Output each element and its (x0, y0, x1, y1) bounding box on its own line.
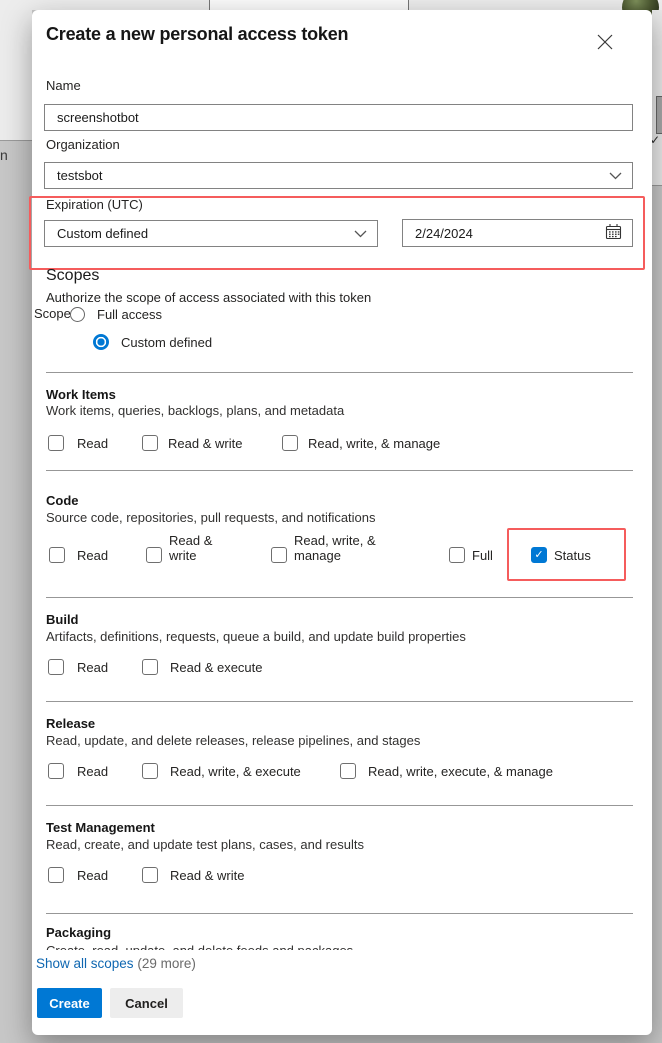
background-divider (652, 185, 662, 186)
cancel-button[interactable]: Cancel (110, 988, 183, 1018)
scope-checkbox-label: Read (77, 436, 108, 451)
scope-checkbox-code-1[interactable] (146, 547, 162, 563)
scope-section-description: Source code, repositories, pull requests… (46, 510, 376, 525)
background-text-fragment: n (0, 147, 8, 163)
scope-checkbox-release-0[interactable] (48, 763, 64, 779)
close-icon (595, 32, 615, 55)
scope-checkbox-code-3[interactable] (449, 547, 465, 563)
scope-section-title: Test Management (46, 820, 155, 835)
scope-checkbox-label: Status (554, 548, 591, 563)
scope-checkbox-test-management-1[interactable] (142, 867, 158, 883)
create-button[interactable]: Create (37, 988, 102, 1018)
scope-checkbox-label: Read & write (169, 533, 231, 563)
scope-section-title: Release (46, 716, 95, 731)
scope-checkbox-label: Read, write, & manage (294, 533, 396, 563)
scopes-subtitle: Authorize the scope of access associated… (46, 290, 371, 305)
radio-custom-defined-label: Custom defined (121, 335, 212, 350)
divider (46, 372, 633, 373)
scope-section-description: Read, create, and update test plans, cas… (46, 837, 364, 852)
scope-checkbox-build-1[interactable] (142, 659, 158, 675)
scope-checkbox-label: Read & execute (170, 660, 263, 675)
more-count: (29 more) (137, 956, 196, 971)
chevron-down-icon (354, 226, 367, 241)
expiration-preset-select[interactable]: Custom defined (44, 220, 378, 247)
scope-checkbox-work-items-0[interactable] (48, 435, 64, 451)
name-input[interactable] (44, 104, 633, 131)
expiration-preset-value: Custom defined (57, 226, 354, 241)
background-divider (0, 140, 32, 141)
scope-checkbox-code-0[interactable] (49, 547, 65, 563)
organization-select[interactable]: testsbot (44, 162, 633, 189)
scope-checkbox-label: Read (77, 868, 108, 883)
divider (46, 913, 633, 914)
radio-full-access-label: Full access (97, 307, 162, 322)
scope-section-title: Code (46, 493, 79, 508)
scope-checkbox-label: Read & write (168, 436, 242, 451)
divider (46, 470, 633, 471)
scope-checkbox-label: Read (77, 660, 108, 675)
footer-links: Show all scopes (29 more) (36, 956, 196, 971)
scope-checkbox-code-4[interactable]: ✓ (531, 547, 547, 563)
background-form-fragment (656, 96, 662, 134)
scope-checkbox-label: Read, write, & manage (308, 436, 440, 451)
scope-checkbox-test-management-0[interactable] (48, 867, 64, 883)
scope-section-description: Read, update, and delete releases, relea… (46, 733, 420, 748)
expiration-date-input[interactable]: 2/24/2024 (402, 219, 633, 247)
scope-section-description: Work items, queries, backlogs, plans, an… (46, 403, 344, 418)
show-all-scopes-link[interactable]: Show all scopes (36, 956, 134, 971)
scope-checkbox-work-items-2[interactable] (282, 435, 298, 451)
scope-checkbox-label: Read (77, 548, 108, 563)
name-label: Name (46, 78, 81, 93)
radio-custom-defined[interactable] (93, 334, 109, 350)
scope-checkbox-label: Read, write, & execute (170, 764, 301, 779)
scope-checkbox-build-0[interactable] (48, 659, 64, 675)
scope-checkbox-work-items-1[interactable] (142, 435, 158, 451)
expiration-label: Expiration (UTC) (46, 197, 143, 212)
background-left-panel (0, 10, 32, 140)
scope-section-description: Artifacts, definitions, requests, queue … (46, 629, 466, 644)
dialog-title: Create a new personal access token (46, 24, 348, 45)
scopes-heading: Scopes (46, 267, 99, 285)
scope-checkbox-label: Read (77, 764, 108, 779)
checkmark-icon: ✓ (534, 550, 543, 561)
scope-checkbox-label: Read & write (170, 868, 244, 883)
create-pat-dialog: Create a new personal access token Name … (32, 10, 652, 1035)
divider (46, 805, 633, 806)
organization-label: Organization (46, 137, 120, 152)
expiration-date-value: 2/24/2024 (415, 226, 605, 241)
calendar-icon[interactable] (605, 223, 622, 243)
divider (46, 701, 633, 702)
scope-checkbox-label: Read, write, execute, & manage (368, 764, 553, 779)
scope-section-title: Build (46, 612, 79, 627)
scope-checkbox-release-1[interactable] (142, 763, 158, 779)
chevron-down-icon (609, 168, 622, 183)
scope-checkbox-code-2[interactable] (271, 547, 287, 563)
organization-value: testsbot (57, 168, 609, 183)
scope-section-title: Packaging (46, 925, 111, 940)
scope-section-title: Work Items (46, 387, 116, 402)
divider (46, 597, 633, 598)
scope-section-description: Create, read, update, and delete feeds a… (46, 943, 353, 950)
radio-full-access[interactable] (70, 307, 85, 322)
scope-checkbox-release-2[interactable] (340, 763, 356, 779)
scope-checkbox-label: Full (472, 548, 493, 563)
close-button[interactable] (592, 30, 618, 56)
